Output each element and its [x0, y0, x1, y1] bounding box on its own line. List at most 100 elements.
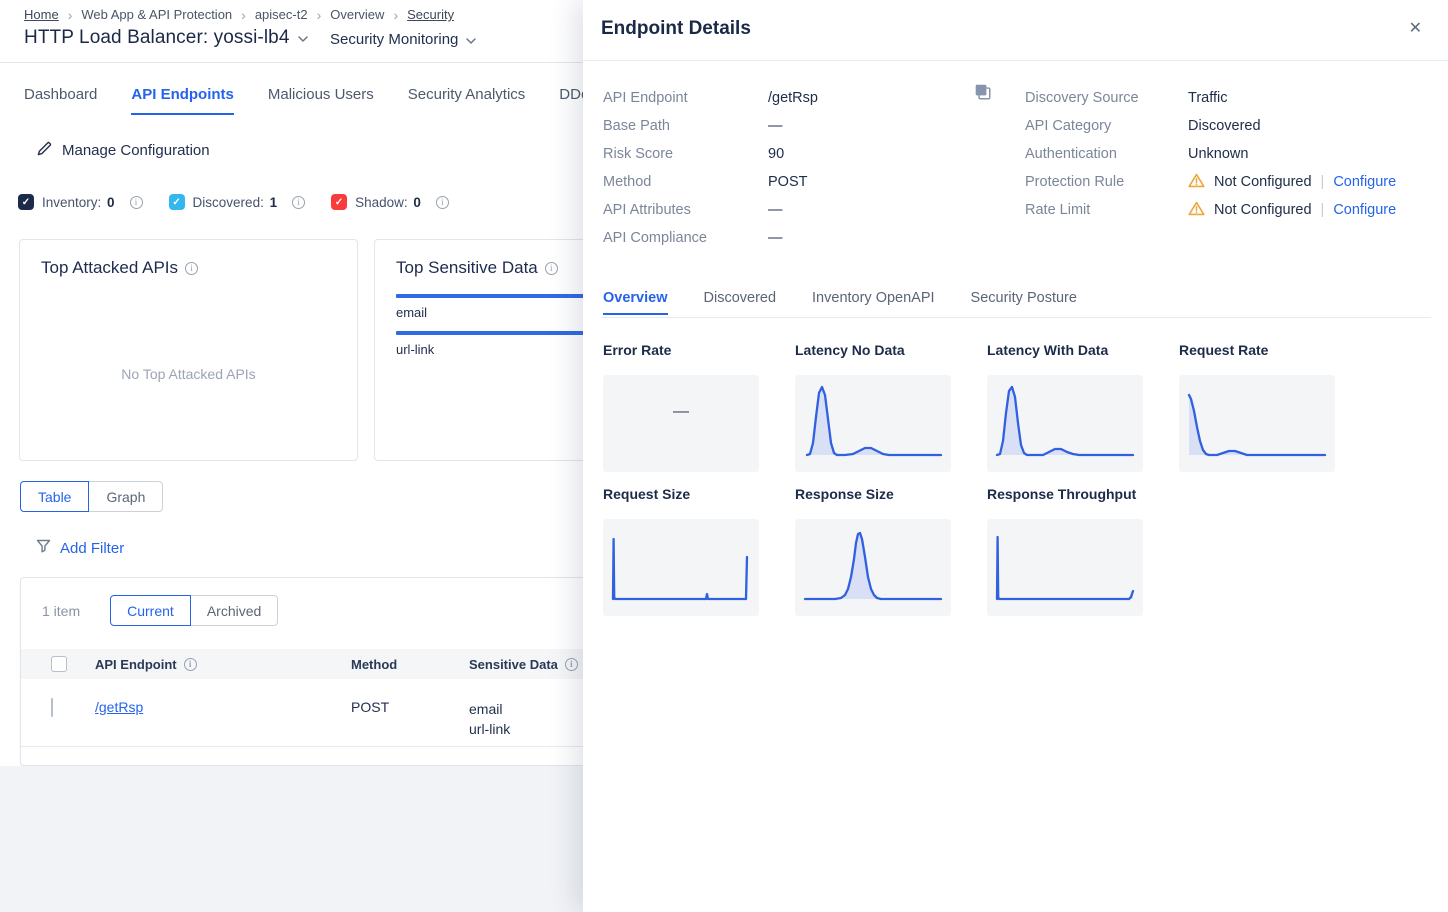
detail-row: Discovery SourceTraffic	[1025, 84, 1435, 112]
view-toggle-graph[interactable]: Graph	[88, 481, 163, 512]
view-toggle-table[interactable]: Table	[20, 481, 89, 512]
chevron-down-icon[interactable]	[298, 29, 308, 47]
panel-header-divider	[583, 60, 1448, 61]
breadcrumb-item[interactable]: Security	[407, 7, 454, 22]
breadcrumb-item[interactable]: Home	[24, 7, 59, 22]
detail-label: Method	[603, 174, 768, 190]
pencil-icon	[36, 140, 53, 161]
configure-link[interactable]: Configure	[1333, 202, 1396, 218]
top-sensitive-data-title: Top Sensitive Data	[396, 258, 538, 278]
state-toggle-current[interactable]: Current	[110, 595, 191, 626]
page-title: HTTP Load Balancer: yossi-lb4	[24, 27, 290, 49]
chart-title: Request Rate	[1179, 342, 1335, 358]
info-icon[interactable]: i	[184, 658, 197, 671]
checkbox-checked-icon[interactable]: ✓	[18, 194, 34, 210]
endpoint-link[interactable]: /getRsp	[95, 699, 143, 715]
api-category-filters: ✓Inventory: 0i✓Discovered: 1i✓Shadow: 0i	[18, 194, 449, 210]
state-toggle-archived[interactable]: Archived	[190, 595, 278, 626]
breadcrumb-item[interactable]: apisec-t2	[255, 7, 308, 22]
checkbox-checked-icon[interactable]: ✓	[331, 194, 347, 210]
detail-value-text: Discovered	[1188, 118, 1261, 134]
panel-tab-overview[interactable]: Overview	[603, 290, 668, 315]
detail-label: API Attributes	[603, 202, 768, 218]
filter-count: 0	[413, 195, 421, 210]
detail-value: Not Configured|Configure	[1188, 201, 1396, 220]
detail-label: Base Path	[603, 118, 768, 134]
detail-value-text: Unknown	[1188, 146, 1248, 162]
chart-request-size: Request Size	[603, 486, 759, 616]
endpoint-details-panel: Endpoint Details ✕ API Endpoint/getRspBa…	[583, 0, 1448, 912]
panel-tab-security-posture[interactable]: Security Posture	[971, 290, 1077, 315]
detail-row: API Compliance—	[603, 224, 973, 252]
copy-icon[interactable]	[974, 83, 992, 101]
no-data-dash: —	[603, 403, 759, 421]
detail-value-text: Not Configured	[1214, 174, 1312, 190]
breadcrumb-item[interactable]: Overview	[330, 7, 384, 22]
tab-security-analytics[interactable]: Security Analytics	[408, 86, 526, 115]
view-toggle: TableGraph	[20, 481, 163, 512]
chart-response-throughput: Response Throughput	[987, 486, 1143, 616]
info-icon[interactable]: i	[436, 196, 449, 209]
breadcrumb: Home›Web App & API Protection›apisec-t2›…	[24, 7, 454, 22]
manage-configuration-button[interactable]: Manage Configuration	[36, 140, 210, 161]
panel-tab-inventory-openapi[interactable]: Inventory OpenAPI	[812, 290, 935, 315]
detail-label: API Compliance	[603, 230, 768, 246]
info-icon[interactable]: i	[130, 196, 143, 209]
checkbox-checked-icon[interactable]: ✓	[169, 194, 185, 210]
detail-value: 90	[768, 146, 784, 162]
info-icon[interactable]: i	[545, 262, 558, 275]
top-attacked-apis-title: Top Attacked APIs	[41, 258, 178, 278]
add-filter-button[interactable]: Add Filter	[36, 539, 124, 557]
info-icon[interactable]: i	[565, 658, 578, 671]
detail-label: Authentication	[1025, 146, 1188, 162]
item-count: 1 item	[42, 603, 80, 619]
monitor-mode-dropdown[interactable]: Security Monitoring	[330, 31, 476, 48]
add-filter-label: Add Filter	[60, 540, 124, 557]
detail-row: API CategoryDiscovered	[1025, 112, 1435, 140]
detail-label: Discovery Source	[1025, 90, 1188, 106]
detail-value-text: 90	[768, 146, 784, 162]
column-header-method: Method	[351, 657, 469, 672]
filter-label: Shadow: 0	[355, 195, 421, 210]
tab-malicious-users[interactable]: Malicious Users	[268, 86, 374, 115]
breadcrumb-item[interactable]: Web App & API Protection	[81, 7, 232, 22]
breadcrumb-separator-icon: ›	[317, 8, 322, 22]
empty-state-message: No Top Attacked APIs	[20, 366, 357, 382]
chart-response-size: Response Size	[795, 486, 951, 616]
chevron-down-icon	[466, 31, 476, 48]
detail-label: API Endpoint	[603, 90, 768, 106]
detail-value: POST	[768, 174, 807, 190]
breadcrumb-separator-icon: ›	[241, 8, 246, 22]
tab-api-endpoints[interactable]: API Endpoints	[131, 86, 234, 115]
panel-tab-discovered[interactable]: Discovered	[704, 290, 777, 315]
detail-value: —	[768, 118, 783, 134]
row-checkbox[interactable]	[51, 698, 53, 717]
filter-shadow[interactable]: ✓ Shadow: 0 i	[331, 194, 449, 210]
filter-inventory[interactable]: ✓Inventory: 0i	[18, 194, 143, 210]
endpoint-cell: /getRsp	[95, 699, 351, 717]
chart-canvas	[795, 375, 951, 472]
chart-canvas	[987, 519, 1143, 616]
detail-row: Protection RuleNot Configured|Configure	[1025, 168, 1435, 196]
detail-value-text: POST	[768, 174, 807, 190]
manage-configuration-label: Manage Configuration	[62, 142, 210, 159]
chart-canvas	[603, 519, 759, 616]
detail-value: Unknown	[1188, 146, 1248, 162]
detail-value-text: Not Configured	[1214, 202, 1312, 218]
detail-row: API Attributes—	[603, 196, 973, 224]
filter-discovered[interactable]: ✓Discovered: 1i	[169, 194, 306, 210]
close-icon[interactable]: ✕	[1409, 21, 1422, 37]
main-nav-tabs: Dashboard API Endpoints Malicious Users Sec…	[24, 86, 599, 115]
select-all-checkbox[interactable]	[51, 656, 67, 672]
info-icon[interactable]: i	[185, 262, 198, 275]
chart-title: Response Size	[795, 486, 951, 502]
detail-row: Rate LimitNot Configured|Configure	[1025, 196, 1435, 224]
tab-dashboard[interactable]: Dashboard	[24, 86, 97, 115]
chart-title: Request Size	[603, 486, 759, 502]
method-cell: POST	[351, 699, 469, 715]
configure-link[interactable]: Configure	[1333, 174, 1396, 190]
app-root: Home›Web App & API Protection›apisec-t2›…	[0, 0, 1448, 912]
chart-canvas	[795, 519, 951, 616]
info-icon[interactable]: i	[292, 196, 305, 209]
detail-value-text: —	[768, 202, 783, 218]
